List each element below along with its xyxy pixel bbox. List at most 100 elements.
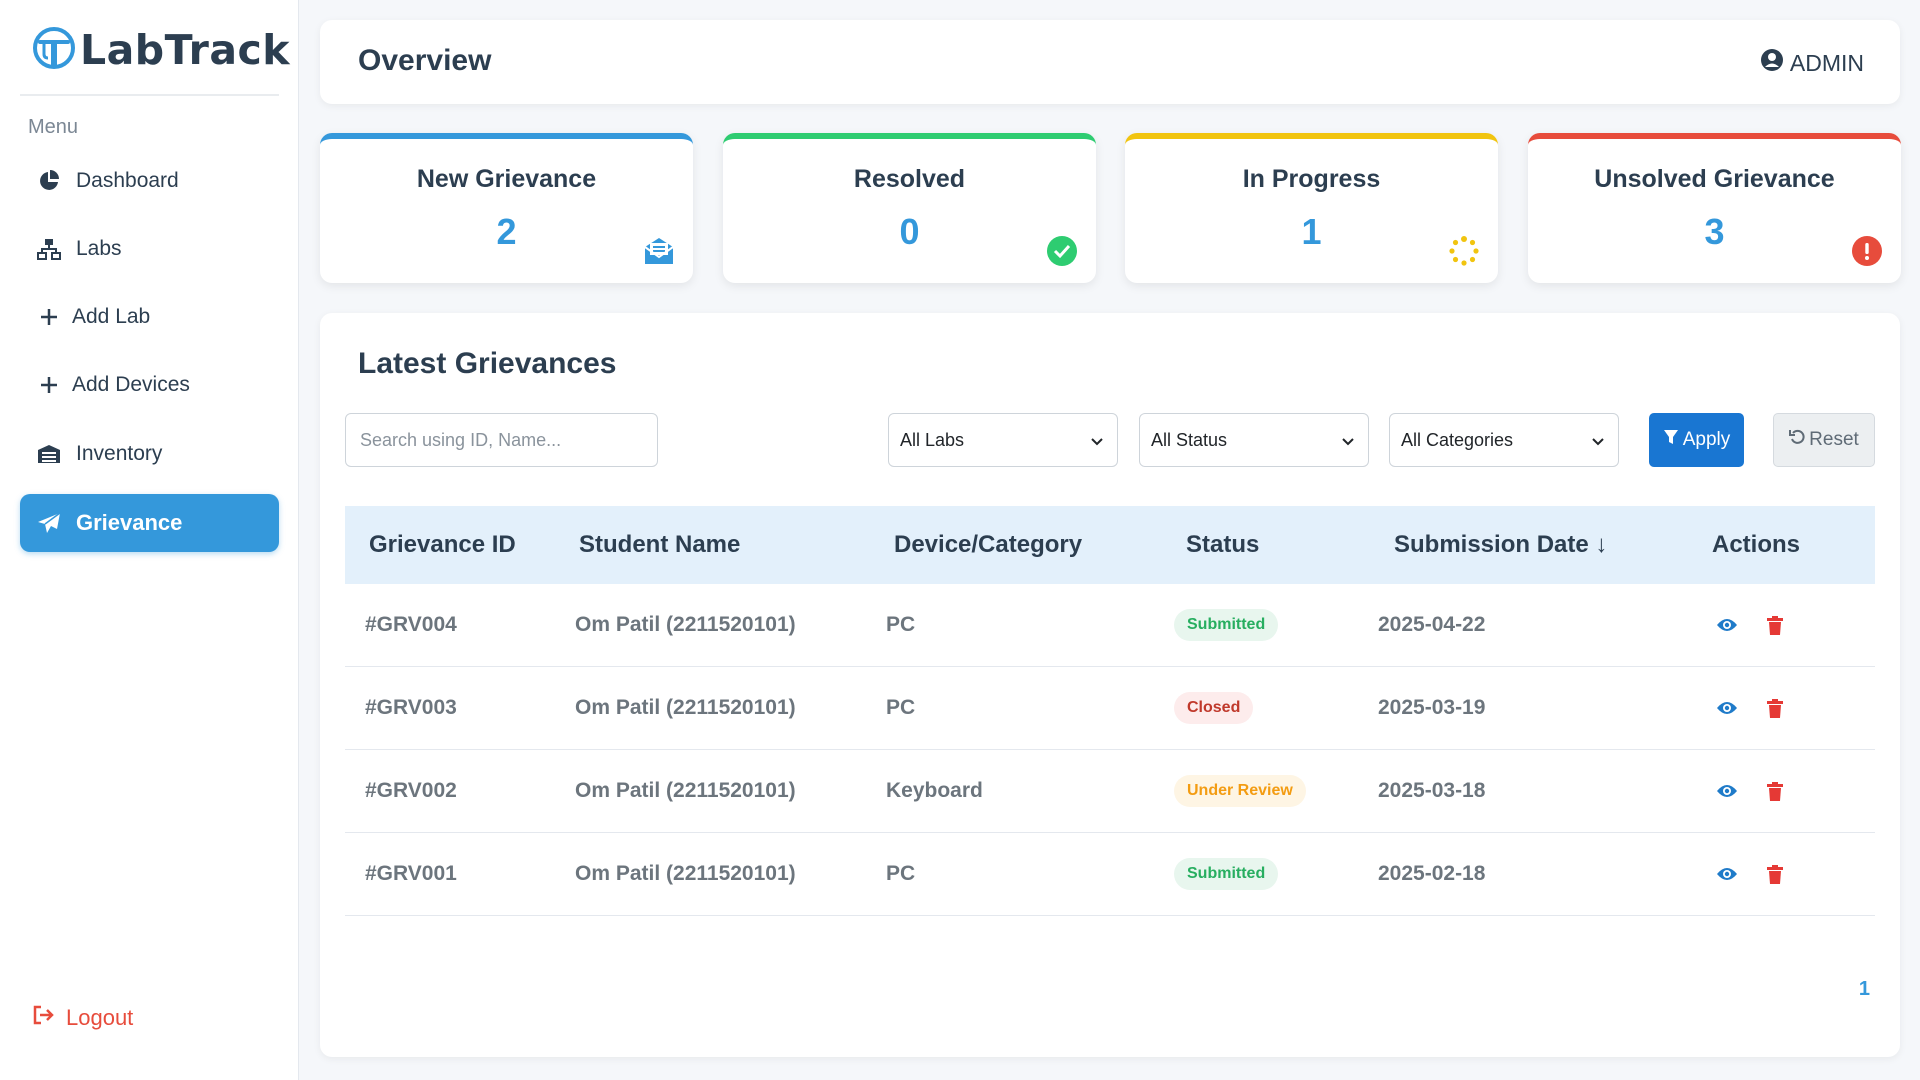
spinner-icon (1448, 235, 1480, 267)
trash-icon[interactable] (1764, 780, 1786, 802)
trash-icon[interactable] (1764, 697, 1786, 719)
sidebar-item-label: Labs (76, 237, 122, 260)
device-category: PC (886, 696, 916, 719)
sidebar-item-labs[interactable]: Labs (20, 220, 279, 278)
table-row: #GRV004 Om Patil (2211520101) PC Submitt… (345, 584, 1875, 667)
sign-out-icon (32, 1004, 56, 1032)
status-badge: Under Review (1174, 775, 1306, 807)
reset-label: Reset (1809, 429, 1859, 450)
stat-title: In Progress (1242, 165, 1381, 193)
paper-plane-icon (36, 510, 62, 536)
stat-title: Resolved (853, 165, 966, 193)
sidebar-item-add-lab[interactable]: Add Lab (20, 288, 279, 346)
column-header-grievance-id[interactable]: Grievance ID (345, 531, 579, 559)
search-input[interactable] (345, 413, 658, 467)
sidebar-item-label: Add Devices (72, 373, 190, 396)
filter-icon (1663, 429, 1679, 451)
user-circle-icon (1760, 48, 1784, 78)
eye-icon[interactable] (1716, 863, 1738, 885)
column-header-status[interactable]: Status (1186, 531, 1394, 559)
panel-title: Latest Grievances (358, 347, 617, 380)
warehouse-icon (36, 441, 62, 467)
device-category: Keyboard (886, 779, 983, 802)
student-name: Om Patil (2211520101) (575, 696, 796, 719)
chevron-down-icon (1592, 430, 1604, 451)
grievance-id: #GRV002 (365, 779, 457, 802)
stat-value: 3 (1704, 211, 1725, 252)
sidebar-item-label: Add Lab (72, 305, 151, 328)
grievance-id: #GRV004 (365, 613, 457, 636)
device-category: PC (886, 613, 916, 636)
sidebar-item-add-devices[interactable]: Add Devices (20, 356, 279, 414)
user-name: ADMIN (1789, 49, 1864, 76)
table-row: #GRV003 Om Patil (2211520101) PC Closed … (345, 667, 1875, 750)
grievance-id: #GRV001 (365, 862, 457, 885)
stat-card-new-grievance[interactable]: New Grievance 2 (320, 133, 693, 283)
logout-label: Logout (66, 1005, 134, 1030)
select-value: All Categories (1401, 429, 1514, 450)
undo-icon (1789, 429, 1805, 451)
sidebar-item-grievance[interactable]: Grievance (20, 494, 279, 552)
plus-icon (36, 372, 62, 398)
divider (20, 94, 279, 96)
logout-button[interactable]: Logout (32, 1004, 133, 1032)
plus-icon (36, 304, 62, 330)
user-menu[interactable]: ADMIN (1760, 48, 1864, 78)
select-value: All Status (1151, 429, 1228, 450)
latest-grievances-panel: Latest Grievances All Labs All Status Al… (320, 313, 1900, 1057)
chevron-down-icon (1091, 430, 1103, 451)
app-logo[interactable]: LabTrack (32, 26, 291, 75)
grievance-id: #GRV003 (365, 696, 457, 719)
stat-title: Unsolved Grievance (1594, 165, 1835, 193)
eye-icon[interactable] (1716, 697, 1738, 719)
submission-date: 2025-04-22 (1378, 613, 1486, 636)
status-filter-select[interactable]: All Status (1139, 413, 1369, 467)
apply-label: Apply (1682, 429, 1731, 450)
column-header-submission-date[interactable]: Submission Date ↓ (1394, 531, 1712, 559)
labtrack-logo-icon (32, 26, 76, 75)
reset-button[interactable]: Reset (1773, 413, 1875, 467)
pagination-page-1[interactable]: 1 (1859, 978, 1870, 1001)
sidebar: LabTrack Menu Dashboard Labs Add Lab Add… (0, 0, 299, 1080)
app-name: LabTrack (80, 26, 291, 74)
sidebar-item-dashboard[interactable]: Dashboard (20, 152, 279, 210)
column-header-actions: Actions (1712, 531, 1801, 558)
student-name: Om Patil (2211520101) (575, 862, 796, 885)
eye-icon[interactable] (1716, 614, 1738, 636)
submission-date: 2025-03-18 (1378, 779, 1486, 802)
submission-date: 2025-02-18 (1378, 862, 1486, 885)
select-value: All Labs (900, 429, 965, 450)
header-bar: Overview ADMIN (320, 20, 1900, 104)
column-header-device-category[interactable]: Device/Category (894, 531, 1186, 559)
chevron-down-icon (1342, 430, 1354, 451)
sidebar-item-label: Dashboard (76, 169, 179, 192)
categories-filter-select[interactable]: All Categories (1389, 413, 1619, 467)
status-badge: Closed (1174, 692, 1254, 724)
exclamation-circle-icon (1851, 235, 1883, 267)
stat-card-unsolved-grievance[interactable]: Unsolved Grievance 3 (1528, 133, 1901, 283)
trash-icon[interactable] (1764, 614, 1786, 636)
trash-icon[interactable] (1764, 863, 1786, 885)
submission-date: 2025-03-19 (1378, 696, 1486, 719)
column-header-student-name[interactable]: Student Name (579, 531, 894, 559)
sidebar-item-label: Grievance (76, 510, 183, 535)
sidebar-item-inventory[interactable]: Inventory (20, 425, 279, 483)
labs-filter-select[interactable]: All Labs (888, 413, 1118, 467)
check-circle-icon (1046, 235, 1078, 267)
table-row: #GRV001 Om Patil (2211520101) PC Submitt… (345, 833, 1875, 916)
stat-value: 2 (496, 211, 517, 252)
table-row: #GRV002 Om Patil (2211520101) Keyboard U… (345, 750, 1875, 833)
status-badge: Submitted (1174, 609, 1279, 641)
eye-icon[interactable] (1716, 780, 1738, 802)
envelope-open-icon (643, 235, 675, 267)
grievances-table: Grievance ID Student Name Device/Categor… (345, 506, 1875, 916)
stat-card-resolved[interactable]: Resolved 0 (723, 133, 1096, 283)
menu-heading: Menu (28, 116, 79, 138)
stat-title: New Grievance (416, 165, 597, 193)
stat-card-in-progress[interactable]: In Progress 1 (1125, 133, 1498, 283)
device-category: PC (886, 862, 916, 885)
pie-chart-icon (36, 168, 62, 194)
table-header: Grievance ID Student Name Device/Categor… (345, 506, 1875, 584)
sidebar-item-label: Inventory (76, 442, 163, 465)
apply-button[interactable]: Apply (1649, 413, 1744, 467)
